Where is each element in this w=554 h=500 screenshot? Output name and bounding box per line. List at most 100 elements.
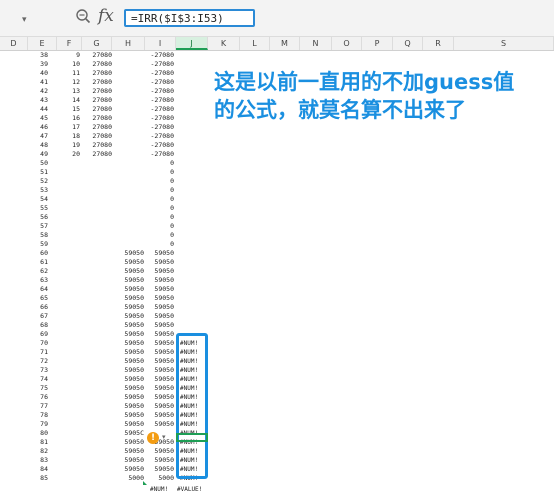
cell-row-number[interactable]: 67	[28, 312, 48, 321]
cell-row-number[interactable]: 39	[28, 60, 48, 69]
cell-i[interactable]: 59050	[142, 393, 174, 402]
cell-i[interactable]: 59050	[142, 312, 174, 321]
cell-row-number[interactable]: 40	[28, 69, 48, 78]
cell-h[interactable]: 59050	[114, 393, 144, 402]
cell-i[interactable]: -27080	[142, 132, 174, 141]
cell-row-number[interactable]: 70	[28, 339, 48, 348]
cell-g[interactable]: 27080	[84, 150, 112, 159]
cell-f[interactable]: 9	[60, 51, 80, 60]
cell-h[interactable]: 5905C	[114, 429, 144, 438]
cell-row-number[interactable]: 83	[28, 456, 48, 465]
cell-row-number[interactable]: 80	[28, 429, 48, 438]
cell-h[interactable]: 59050	[114, 348, 144, 357]
column-header-j[interactable]: J	[176, 37, 208, 50]
cell-i[interactable]: 59050	[142, 411, 174, 420]
cell-i[interactable]: 59050	[142, 366, 174, 375]
cell-i[interactable]: 59050	[142, 267, 174, 276]
warning-icon[interactable]: !	[147, 432, 159, 444]
cell-f[interactable]: 17	[60, 123, 80, 132]
cell-row-number[interactable]: 61	[28, 258, 48, 267]
cell-row-number[interactable]: 42	[28, 87, 48, 96]
cell-g[interactable]: 27080	[84, 78, 112, 87]
cell-i[interactable]: 59050	[142, 285, 174, 294]
cell-row-number[interactable]: 58	[28, 231, 48, 240]
cell-h[interactable]: 59050	[114, 456, 144, 465]
cell-row-number[interactable]: 57	[28, 222, 48, 231]
cell-i[interactable]: -27080	[142, 105, 174, 114]
cell-h[interactable]: 59050	[114, 258, 144, 267]
cell-f[interactable]: 15	[60, 105, 80, 114]
cell-h[interactable]: 59050	[114, 384, 144, 393]
cell-row-number[interactable]: 43	[28, 96, 48, 105]
cell-i[interactable]: 59050	[142, 249, 174, 258]
cell-f[interactable]: 14	[60, 96, 80, 105]
cell-g[interactable]: 27080	[84, 114, 112, 123]
column-header-q[interactable]: Q	[393, 37, 423, 50]
cell-i[interactable]: 59050	[142, 339, 174, 348]
cell-i[interactable]: -27080	[142, 60, 174, 69]
cell-i[interactable]: 59050	[142, 456, 174, 465]
cell-i[interactable]: 59050	[142, 258, 174, 267]
column-header-h[interactable]: H	[112, 37, 145, 50]
cell-row-number[interactable]: 49	[28, 150, 48, 159]
cell-row-number[interactable]: 55	[28, 204, 48, 213]
cell-row-number[interactable]: 62	[28, 267, 48, 276]
cell-h[interactable]: 59050	[114, 303, 144, 312]
cell-row-number[interactable]: 48	[28, 141, 48, 150]
cell-row-number[interactable]: 77	[28, 402, 48, 411]
cell-i[interactable]: 59050	[142, 375, 174, 384]
cell-f[interactable]: 10	[60, 60, 80, 69]
cell-g[interactable]: 27080	[84, 51, 112, 60]
cell-row-number[interactable]: 64	[28, 285, 48, 294]
cell-row-number[interactable]: 52	[28, 177, 48, 186]
cell-row-number[interactable]: 68	[28, 321, 48, 330]
cell-i[interactable]: -27080	[142, 150, 174, 159]
cell-i[interactable]: 59050	[142, 330, 174, 339]
cell-i[interactable]: -27080	[142, 114, 174, 123]
cell-h[interactable]: 59050	[114, 438, 144, 447]
cell-i[interactable]: 59050	[142, 303, 174, 312]
cell-h[interactable]: 59050	[114, 420, 144, 429]
cell-h[interactable]: 59050	[114, 285, 144, 294]
cell-row-number[interactable]: 54	[28, 195, 48, 204]
column-header-m[interactable]: M	[270, 37, 300, 50]
cell-h[interactable]: 59050	[114, 294, 144, 303]
cell-i[interactable]: 0	[142, 177, 174, 186]
formula-input[interactable]: =IRR($I$3:I53)	[124, 9, 255, 27]
cell-h[interactable]: 59050	[114, 465, 144, 474]
cell-row-number[interactable]: 81	[28, 438, 48, 447]
cell-row-number[interactable]: 38	[28, 51, 48, 60]
cell-h[interactable]: 59050	[114, 249, 144, 258]
warning-dropdown-icon[interactable]: ▾	[162, 433, 166, 441]
cell-h[interactable]: 5000	[114, 474, 144, 483]
cell-i[interactable]: 59050	[142, 447, 174, 456]
cell-row-number[interactable]: 65	[28, 294, 48, 303]
cell-g[interactable]: 27080	[84, 60, 112, 69]
cell-g[interactable]: 27080	[84, 141, 112, 150]
cell-f[interactable]: 16	[60, 114, 80, 123]
cell-f[interactable]: 12	[60, 78, 80, 87]
cell-i[interactable]: 59050	[142, 402, 174, 411]
cell-row-number[interactable]: 75	[28, 384, 48, 393]
cell-i[interactable]: -27080	[142, 78, 174, 87]
column-header-o[interactable]: O	[332, 37, 362, 50]
cell-i[interactable]: 0	[142, 195, 174, 204]
cell-h[interactable]: 59050	[114, 276, 144, 285]
cell-g[interactable]: 27080	[84, 69, 112, 78]
cell-row-number[interactable]: 73	[28, 366, 48, 375]
cell-g[interactable]: 27080	[84, 123, 112, 132]
cell-f[interactable]: 19	[60, 141, 80, 150]
column-header-d[interactable]: D	[0, 37, 28, 50]
cell-row-number[interactable]: 59	[28, 240, 48, 249]
cell-i[interactable]: -27080	[142, 51, 174, 60]
column-header-f[interactable]: F	[57, 37, 82, 50]
cell-f[interactable]: 20	[60, 150, 80, 159]
cell-g[interactable]: 27080	[84, 132, 112, 141]
cell-i[interactable]: -27080	[142, 69, 174, 78]
cell-i[interactable]: 0	[142, 186, 174, 195]
cell-f[interactable]: 11	[60, 69, 80, 78]
cell-row-number[interactable]: 60	[28, 249, 48, 258]
cell-row-number[interactable]: 51	[28, 168, 48, 177]
column-header-s[interactable]: S	[454, 37, 554, 50]
fx-icon[interactable]: fx	[98, 6, 114, 26]
